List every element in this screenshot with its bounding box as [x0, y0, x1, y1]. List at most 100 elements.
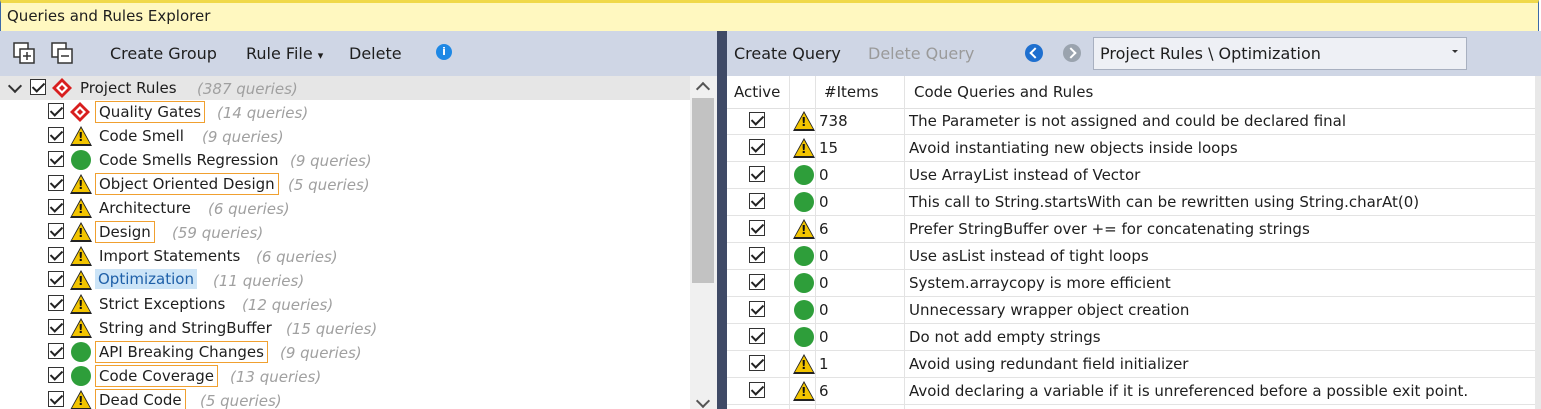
- info-icon[interactable]: i: [436, 44, 452, 60]
- checkbox[interactable]: [48, 271, 64, 287]
- active-checkbox[interactable]: [749, 274, 765, 290]
- tree-item-label: Architecture: [99, 199, 191, 217]
- tree-root-project-rules[interactable]: Project Rules (387 queries): [0, 76, 690, 100]
- chevron-down-icon: [1452, 50, 1458, 53]
- forward-arrow-icon[interactable]: [1063, 44, 1081, 62]
- groups-toolbar: Create Group Rule File ▾ Delete i: [0, 31, 717, 76]
- create-group-button[interactable]: Create Group: [110, 44, 217, 63]
- tree-item[interactable]: Architecture (6 queries): [0, 196, 690, 220]
- tree-item[interactable]: Import Statements (6 queries): [0, 244, 690, 268]
- active-checkbox[interactable]: [749, 328, 765, 344]
- column-header-name[interactable]: Code Queries and Rules: [914, 83, 1093, 101]
- checkbox[interactable]: [48, 367, 64, 383]
- checkbox[interactable]: [48, 199, 64, 215]
- table-row[interactable]: 0 Use ArrayList instead of Vector: [727, 162, 1535, 189]
- query-name: Prefer StringBuffer over += for concaten…: [909, 220, 1310, 238]
- checkbox[interactable]: [48, 223, 64, 239]
- tree-item[interactable]: Code Smells Regression (9 queries): [0, 148, 690, 172]
- active-checkbox[interactable]: [749, 382, 765, 398]
- warning-icon: [70, 390, 92, 409]
- checkbox[interactable]: [48, 391, 64, 407]
- active-checkbox[interactable]: [749, 220, 765, 236]
- items-count: 0: [819, 274, 829, 292]
- table-row[interactable]: 0 Do not add empty strings: [727, 324, 1535, 351]
- column-header-items[interactable]: #Items: [824, 83, 879, 101]
- scroll-thumb[interactable]: [692, 98, 714, 283]
- active-checkbox[interactable]: [749, 355, 765, 371]
- table-row[interactable]: 15 Avoid instantiating new objects inside…: [727, 135, 1535, 162]
- active-checkbox[interactable]: [749, 139, 765, 155]
- ok-icon: [794, 192, 814, 212]
- query-name: Avoid declaring a variable if it is unre…: [909, 382, 1469, 400]
- tree-item[interactable]: Code Smell (9 queries): [0, 124, 690, 148]
- table-row[interactable]: 738 The Parameter is not assigned and cou…: [727, 108, 1535, 135]
- group-select[interactable]: Project Rules \ Optimization: [1093, 37, 1467, 70]
- tree-item[interactable]: Design (59 queries): [0, 220, 690, 244]
- active-checkbox[interactable]: [749, 166, 765, 182]
- active-checkbox[interactable]: [749, 112, 765, 128]
- tree-item[interactable]: API Breaking Changes (9 queries): [0, 340, 690, 364]
- query-name: The Parameter is not assigned and could …: [909, 112, 1347, 130]
- create-query-button[interactable]: Create Query: [734, 44, 841, 63]
- tree-item[interactable]: Strict Exceptions (12 queries): [0, 292, 690, 316]
- checkbox[interactable]: [48, 295, 64, 311]
- table-row[interactable]: 0 This call to String.startsWith can be r…: [727, 189, 1535, 216]
- rule-file-label: Rule File: [246, 44, 313, 63]
- table-row[interactable]: 0 System.arraycopy is more efficient: [727, 270, 1535, 297]
- table-row[interactable]: 1 Avoid using redundant field initializer: [727, 351, 1535, 378]
- table-row[interactable]: 0 Use asList instead of tight loops: [727, 243, 1535, 270]
- expand-all-icon[interactable]: [12, 41, 36, 65]
- tree-item-label: Quality Gates: [95, 101, 206, 123]
- active-checkbox[interactable]: [749, 193, 765, 209]
- warning-icon: [70, 318, 92, 338]
- checkbox[interactable]: [48, 319, 64, 335]
- tree-item-count: (5 queries): [288, 176, 370, 194]
- checkbox[interactable]: [48, 175, 64, 191]
- tree-item[interactable]: String and StringBuffer (15 queries): [0, 316, 690, 340]
- tree-item-count: (5 queries): [200, 392, 282, 409]
- panel-splitter[interactable]: [717, 31, 727, 409]
- tree-item[interactable]: Dead Code (5 queries): [0, 388, 690, 409]
- warning-icon: [70, 198, 92, 218]
- table-row[interactable]: 6 Avoid declaring a variable if it is unr…: [727, 378, 1535, 405]
- warning-icon: [793, 111, 815, 131]
- items-count: 0: [819, 166, 829, 184]
- tree-item-label: Design: [95, 221, 155, 243]
- active-checkbox[interactable]: [749, 301, 765, 317]
- delete-group-button[interactable]: Delete: [349, 44, 402, 63]
- tree-item[interactable]: Optimization (11 queries): [0, 268, 690, 292]
- group-tree: Project Rules (387 queries) Quality Gates (…: [0, 76, 690, 409]
- tree-item[interactable]: Object Oriented Design (5 queries): [0, 172, 690, 196]
- checkbox[interactable]: [30, 79, 46, 95]
- scroll-down-icon[interactable]: [695, 393, 711, 409]
- window-title-bar: Queries and Rules Explorer: [0, 0, 1539, 31]
- checkbox[interactable]: [48, 151, 64, 167]
- checkbox[interactable]: [48, 343, 64, 359]
- delete-query-button[interactable]: Delete Query: [868, 44, 974, 63]
- chevron-down-icon[interactable]: [7, 78, 23, 94]
- column-header-active[interactable]: Active: [734, 83, 780, 101]
- quality-gates-icon: [70, 102, 90, 122]
- items-count: 6: [819, 382, 829, 400]
- tree-scrollbar[interactable]: [690, 76, 717, 409]
- checkbox[interactable]: [48, 127, 64, 143]
- checkbox[interactable]: [48, 247, 64, 263]
- tree-item[interactable]: Quality Gates (14 queries): [0, 100, 690, 124]
- table-row[interactable]: 6 Prefer StringBuffer over += for concate…: [727, 216, 1535, 243]
- checkbox[interactable]: [48, 103, 64, 119]
- table-row[interactable]: 0 Unnecessary wrapper object creation: [727, 297, 1535, 324]
- collapse-all-icon[interactable]: [50, 41, 74, 65]
- warning-icon: [70, 174, 92, 194]
- scroll-up-icon[interactable]: [695, 81, 711, 97]
- queries-toolbar: Create Query Delete Query Project Rules …: [727, 31, 1541, 76]
- ok-icon: [794, 246, 814, 266]
- active-checkbox[interactable]: [749, 247, 765, 263]
- items-count: 0: [819, 247, 829, 265]
- items-count: 0: [819, 328, 829, 346]
- tree-item[interactable]: Code Coverage (13 queries): [0, 364, 690, 388]
- rule-file-button[interactable]: Rule File ▾: [246, 44, 323, 63]
- items-count: 6: [819, 220, 829, 238]
- warning-icon: [70, 222, 92, 242]
- grid-scrollbar[interactable]: [1535, 76, 1541, 409]
- back-arrow-icon[interactable]: [1025, 44, 1043, 62]
